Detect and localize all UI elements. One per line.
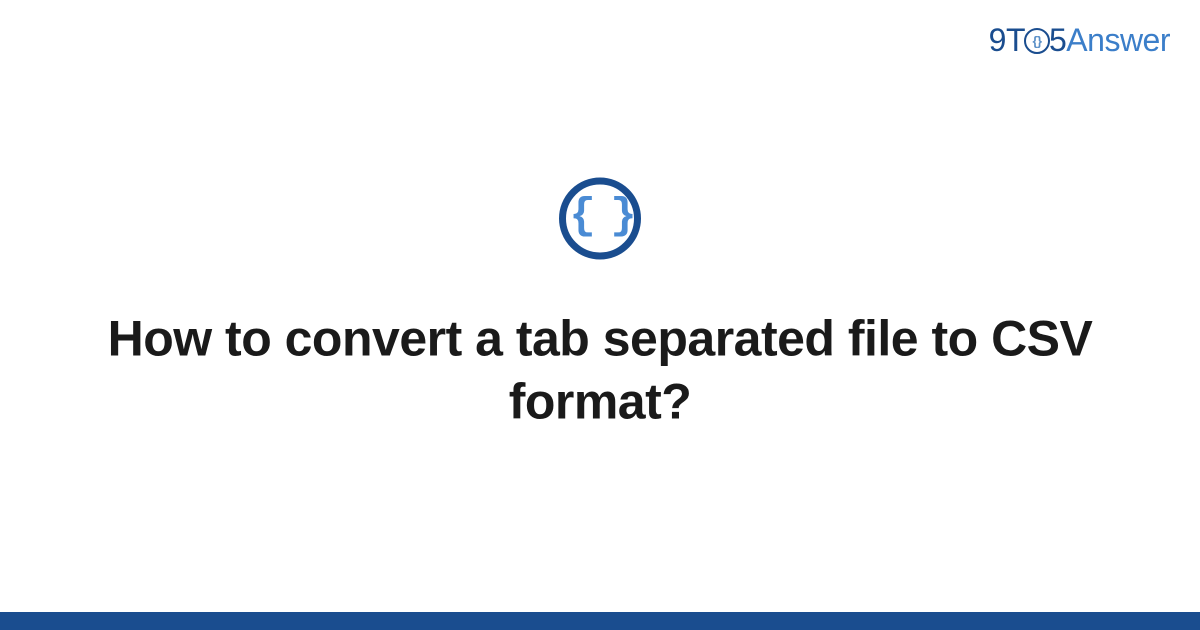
site-logo: 9T{}5Answer	[989, 22, 1170, 59]
main-content: { } How to convert a tab separated file …	[0, 178, 1200, 433]
logo-text-answer: Answer	[1066, 22, 1170, 58]
logo-o-icon: {}	[1024, 28, 1050, 54]
logo-text-5: 5	[1049, 22, 1066, 58]
footer-bar	[0, 612, 1200, 630]
code-braces-icon: { }	[559, 178, 641, 260]
logo-text-9t: 9T	[989, 22, 1025, 58]
page-title: How to convert a tab separated file to C…	[60, 308, 1140, 433]
